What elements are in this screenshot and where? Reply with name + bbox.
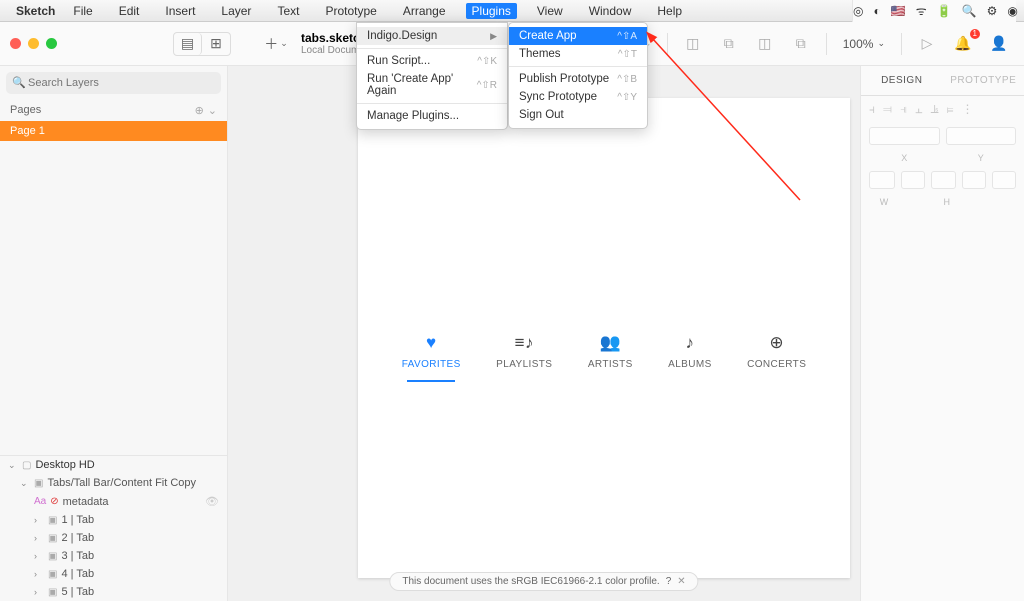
canvas[interactable]: ♥ FAVORITES ≡♪ PLAYLISTS 👥 ARTISTS ♪ ALB… — [228, 66, 860, 601]
add-page-icon[interactable]: ⊕ — [195, 104, 204, 117]
close-icon[interactable]: ✕ — [677, 576, 685, 587]
menu-plugins[interactable]: Plugins — [466, 3, 517, 19]
align-left-icon[interactable]: ⫞ — [869, 102, 875, 117]
grid-icon[interactable]: ⊞ — [202, 33, 230, 55]
lock-icon[interactable] — [901, 171, 925, 189]
tab-playlists[interactable]: ≡♪ PLAYLISTS — [496, 333, 552, 382]
x-field[interactable] — [869, 127, 940, 145]
rotate-icon[interactable] — [992, 171, 1016, 189]
layer-artboard[interactable]: ⌄▢Desktop HD — [0, 456, 227, 474]
macos-menubar: Sketch File Edit Insert Layer Text Proto… — [0, 0, 1024, 22]
align-top-icon[interactable]: ⫠ — [915, 102, 922, 117]
panel-icon[interactable]: ▤ — [174, 33, 202, 55]
h-field[interactable] — [931, 171, 957, 189]
status-text: This document uses the sRGB IEC61966-2.1… — [402, 576, 659, 587]
traffic-lights[interactable] — [10, 38, 57, 49]
flag-icon[interactable]: 🇺🇸 — [891, 4, 906, 18]
search-icon: 🔍 — [12, 76, 26, 89]
layer-tab[interactable]: ›▣3 | Tab — [0, 547, 227, 565]
menu-help[interactable]: Help — [651, 3, 688, 19]
globe-icon: ⊕ — [769, 333, 784, 353]
align-right-icon[interactable]: ⫣ — [900, 102, 907, 117]
status-bar[interactable]: This document uses the sRGB IEC61966-2.1… — [389, 572, 698, 591]
bool-intersect-icon[interactable]: ◫ — [750, 31, 780, 57]
spotlight-icon[interactable]: 🔍 — [962, 4, 977, 18]
zoom-control[interactable]: 100%⌄ — [837, 37, 891, 51]
people-icon: 👥 — [599, 333, 621, 353]
control-center-icon[interactable]: ⚙ — [987, 4, 998, 18]
app-name[interactable]: Sketch — [16, 4, 55, 18]
menu-arrange[interactable]: Arrange — [397, 3, 452, 19]
menu-edit[interactable]: Edit — [113, 3, 146, 19]
layer-tab[interactable]: ›▣1 | Tab — [0, 511, 227, 529]
playlist-icon: ≡♪ — [515, 333, 534, 353]
notifications-icon[interactable]: 🔔1 — [948, 31, 978, 57]
submenu-sign-out[interactable]: Sign Out — [509, 106, 647, 124]
align-bottom-icon[interactable]: ⫢ — [947, 102, 954, 117]
insert-button[interactable]: ＋ ⌄ — [261, 31, 291, 57]
artboard[interactable]: ♥ FAVORITES ≡♪ PLAYLISTS 👥 ARTISTS ♪ ALB… — [358, 98, 850, 578]
layer-tab[interactable]: ›▣4 | Tab — [0, 565, 227, 583]
sidebar-view-toggle[interactable]: ▤ ⊞ — [173, 32, 231, 56]
align-center-icon[interactable]: ⫤ — [883, 102, 892, 117]
inspector-tab-prototype[interactable]: PROTOTYPE — [943, 66, 1024, 96]
menu-item-manage-plugins[interactable]: Manage Plugins... — [357, 107, 507, 125]
submenu-sync-prototype[interactable]: Sync Prototype^⇧Y — [509, 88, 647, 106]
menu-view[interactable]: View — [531, 3, 569, 19]
plugins-menu[interactable]: Indigo.Design▶ Run Script...^⇧K Run 'Cre… — [356, 22, 508, 130]
layers-panel: ⌄▢Desktop HD ⌄▣Tabs/Tall Bar/Content Fit… — [0, 455, 227, 601]
siri-icon[interactable]: ◉ — [1007, 4, 1017, 18]
menu-insert[interactable]: Insert — [159, 3, 201, 19]
account-icon[interactable]: 👤 — [984, 31, 1014, 57]
minimize-window-icon[interactable] — [28, 38, 39, 49]
flip-icon[interactable] — [962, 171, 986, 189]
menu-text[interactable]: Text — [271, 3, 305, 19]
music-note-icon: ♪ — [685, 333, 694, 353]
page-item[interactable]: Page 1 — [0, 121, 227, 141]
collapse-icon[interactable]: ⌄ — [208, 104, 217, 117]
visibility-icon[interactable]: 👁 — [205, 495, 219, 508]
submenu-create-app[interactable]: Create App^⇧A — [509, 27, 647, 45]
menu-item-run-again[interactable]: Run 'Create App' Again^⇧R — [357, 70, 507, 100]
w-field[interactable] — [869, 171, 895, 189]
align-middle-icon[interactable]: ⫡ — [931, 102, 939, 117]
layer-tab[interactable]: ›▣5 | Tab — [0, 583, 227, 601]
tray-icon[interactable]: ◐ — [873, 4, 880, 18]
layer-tab[interactable]: ›▣2 | Tab — [0, 529, 227, 547]
wifi-icon[interactable]: ᯤ — [916, 2, 927, 19]
battery-icon[interactable]: 🔋 — [937, 4, 952, 18]
menu-layer[interactable]: Layer — [215, 3, 257, 19]
heart-icon: ♥ — [426, 333, 437, 353]
menu-item-indigo-design[interactable]: Indigo.Design▶ — [357, 27, 507, 45]
submenu-themes[interactable]: Themes^⇧T — [509, 45, 647, 63]
layer-group[interactable]: ⌄▣Tabs/Tall Bar/Content Fit Copy — [0, 474, 227, 492]
close-window-icon[interactable] — [10, 38, 21, 49]
menu-prototype[interactable]: Prototype — [319, 3, 382, 19]
tab-favorites[interactable]: ♥ FAVORITES — [402, 333, 461, 382]
help-icon[interactable]: ? — [666, 576, 672, 587]
tab-albums[interactable]: ♪ ALBUMS — [668, 333, 712, 382]
menu-item-run-script[interactable]: Run Script...^⇧K — [357, 52, 507, 70]
inspector-tab-design[interactable]: DESIGN — [861, 66, 943, 96]
tab-concerts[interactable]: ⊕ CONCERTS — [747, 333, 806, 382]
bool-difference-icon[interactable]: ⧉ — [786, 31, 816, 57]
zoom-window-icon[interactable] — [46, 38, 57, 49]
y-field[interactable] — [946, 127, 1017, 145]
bool-union-icon[interactable]: ◫ — [678, 31, 708, 57]
tab-artists[interactable]: 👥 ARTISTS — [588, 333, 633, 382]
tray-icon[interactable]: ◎ — [853, 4, 863, 18]
search-input[interactable] — [6, 72, 221, 94]
left-sidebar: 🔍 Pages ⊕ ⌄ Page 1 ⌄▢Desktop HD ⌄▣Tabs/Ta… — [0, 66, 228, 601]
menu-file[interactable]: File — [67, 3, 98, 19]
layer-metadata[interactable]: Aa⊘metadata👁 — [0, 492, 227, 511]
right-inspector: DESIGN PROTOTYPE ⫞ ⫤ ⫣ ⫠ ⫡ ⫢ ⋮ XY WH — [860, 66, 1024, 601]
menu-window[interactable]: Window — [583, 3, 638, 19]
submenu-publish-prototype[interactable]: Publish Prototype^⇧B — [509, 70, 647, 88]
align-icons: ⫞ ⫤ ⫣ ⫠ ⫡ ⫢ ⋮ — [861, 96, 1024, 123]
bool-subtract-icon[interactable]: ⧉ — [714, 31, 744, 57]
indigo-submenu[interactable]: Create App^⇧A Themes^⇧T Publish Prototyp… — [508, 22, 648, 129]
distribute-icon[interactable]: ⋮ — [961, 102, 973, 117]
pages-label: Pages — [10, 104, 41, 117]
play-icon[interactable]: ▷ — [912, 31, 942, 57]
